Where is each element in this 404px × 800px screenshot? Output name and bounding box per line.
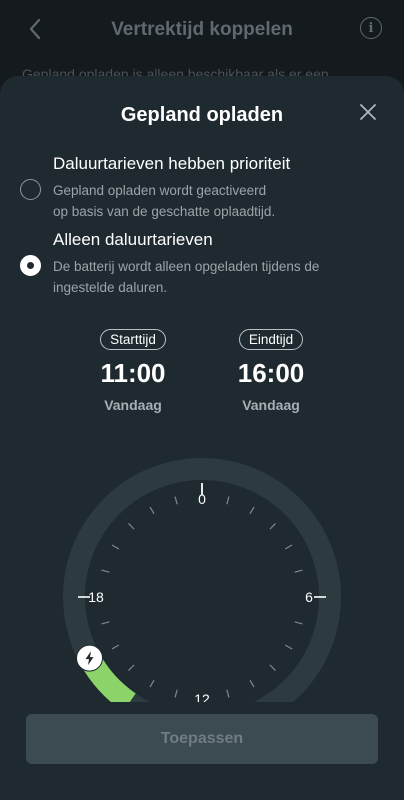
dial-minor-tick <box>284 544 293 550</box>
dial-minor-tick <box>269 523 276 530</box>
dial-label-18: 18 <box>88 589 104 605</box>
chevron-left-icon <box>29 18 41 40</box>
info-icon[interactable]: i <box>360 17 382 39</box>
dial-minor-tick <box>269 664 276 671</box>
dial-minor-tick <box>249 506 255 515</box>
dial-label-0: 0 <box>198 491 206 507</box>
dial-minor-tick <box>226 496 230 505</box>
dial-minor-tick <box>226 689 230 698</box>
dial-minor-tick <box>284 644 293 650</box>
dial-minor-tick <box>249 679 255 688</box>
background-header: Vertrektijd koppelen i <box>0 0 404 60</box>
range-start-handle[interactable] <box>76 644 104 672</box>
dial-minor-tick <box>101 621 110 625</box>
apply-bar: Toepassen <box>0 702 404 800</box>
dial-minor-tick <box>128 664 135 671</box>
dial-minor-tick <box>111 644 120 650</box>
apply-button[interactable]: Toepassen <box>26 714 378 764</box>
dial-minor-tick <box>149 679 155 688</box>
dial-minor-tick <box>294 621 303 625</box>
dial-minor-tick <box>149 506 155 515</box>
dial-minor-tick <box>174 689 178 698</box>
dial-minor-tick <box>111 544 120 550</box>
dial-minor-tick <box>101 569 110 573</box>
dial-minor-tick <box>128 523 135 530</box>
back-button[interactable] <box>22 16 48 42</box>
dial-label-6: 6 <box>305 589 313 605</box>
time-range-dial[interactable]: 0 6 12 18 <box>0 76 404 800</box>
dial-minor-tick <box>174 496 178 505</box>
dial-minor-tick <box>294 569 303 573</box>
background-page-title: Vertrektijd koppelen <box>111 19 293 40</box>
scheduled-charging-sheet: Gepland opladen Daluurtarieven hebben pr… <box>0 76 404 800</box>
